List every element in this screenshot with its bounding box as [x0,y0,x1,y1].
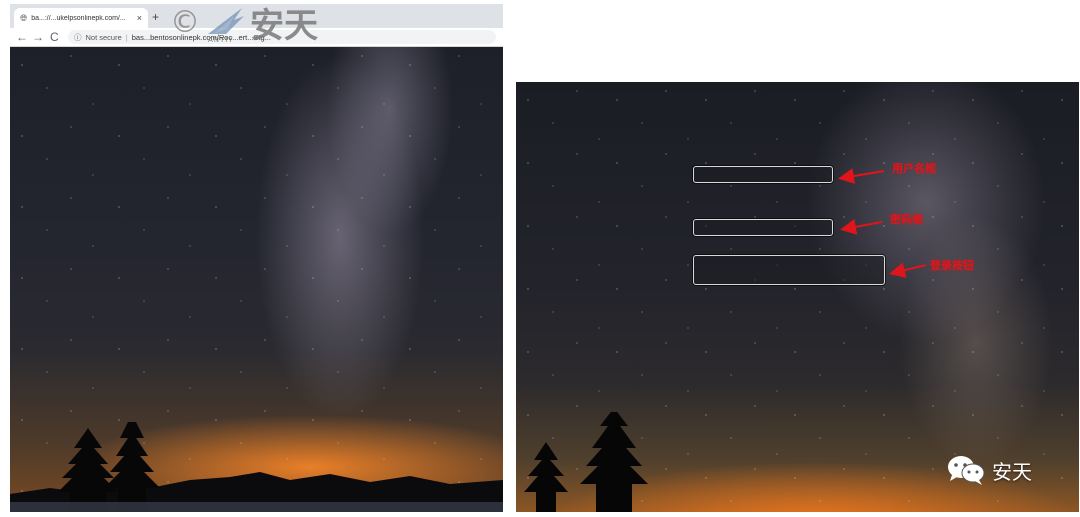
annotated-login-page: 用户名框 密码框 登录按钮 安天 [516,82,1079,512]
security-label: Not secure [85,32,122,42]
tree-silhouette [10,422,503,512]
phishing-page-background [10,47,503,512]
forward-button[interactable]: → [32,29,44,45]
reload-button[interactable]: C [50,29,59,45]
wechat-badge: 安天 [946,454,1032,486]
new-tab-button[interactable]: + [152,10,159,24]
username-annotation: 用户名框 [892,163,936,175]
browser-screenshot: 🌐︎ ba...://...ukelpsonlinepk.com/... × +… [10,4,503,512]
tab-title: ba...://...ukelpsonlinepk.com/... [31,14,126,22]
info-icon[interactable]: ⓘ [74,32,82,43]
globe-icon: 🌐︎ [20,12,28,23]
browser-tab[interactable]: 🌐︎ ba...://...ukelpsonlinepk.com/... × [14,8,148,28]
login-button-annotation: 登录按钮 [930,260,974,272]
arrow-login [889,262,927,278]
url-text: bas...bentosonlinepk.com/Roc...ert...Stg… [131,32,271,42]
close-tab-icon[interactable]: × [137,13,142,23]
wechat-account-name: 安天 [992,459,1032,484]
wechat-icon [948,456,985,485]
url-separator: | [125,32,128,42]
password-annotation: 密码框 [890,214,923,226]
address-bar[interactable]: ⓘ Not secure | bas...bentosonlinepk.com/… [68,30,496,44]
arrow-password [840,218,883,235]
back-button[interactable]: ← [16,29,28,45]
browser-toolbar: ← → C ⓘ Not secure | bas...bentosonlinep… [10,28,503,47]
arrow-username [838,168,885,184]
tab-strip: 🌐︎ ba...://...ukelpsonlinepk.com/... × + [10,4,503,28]
